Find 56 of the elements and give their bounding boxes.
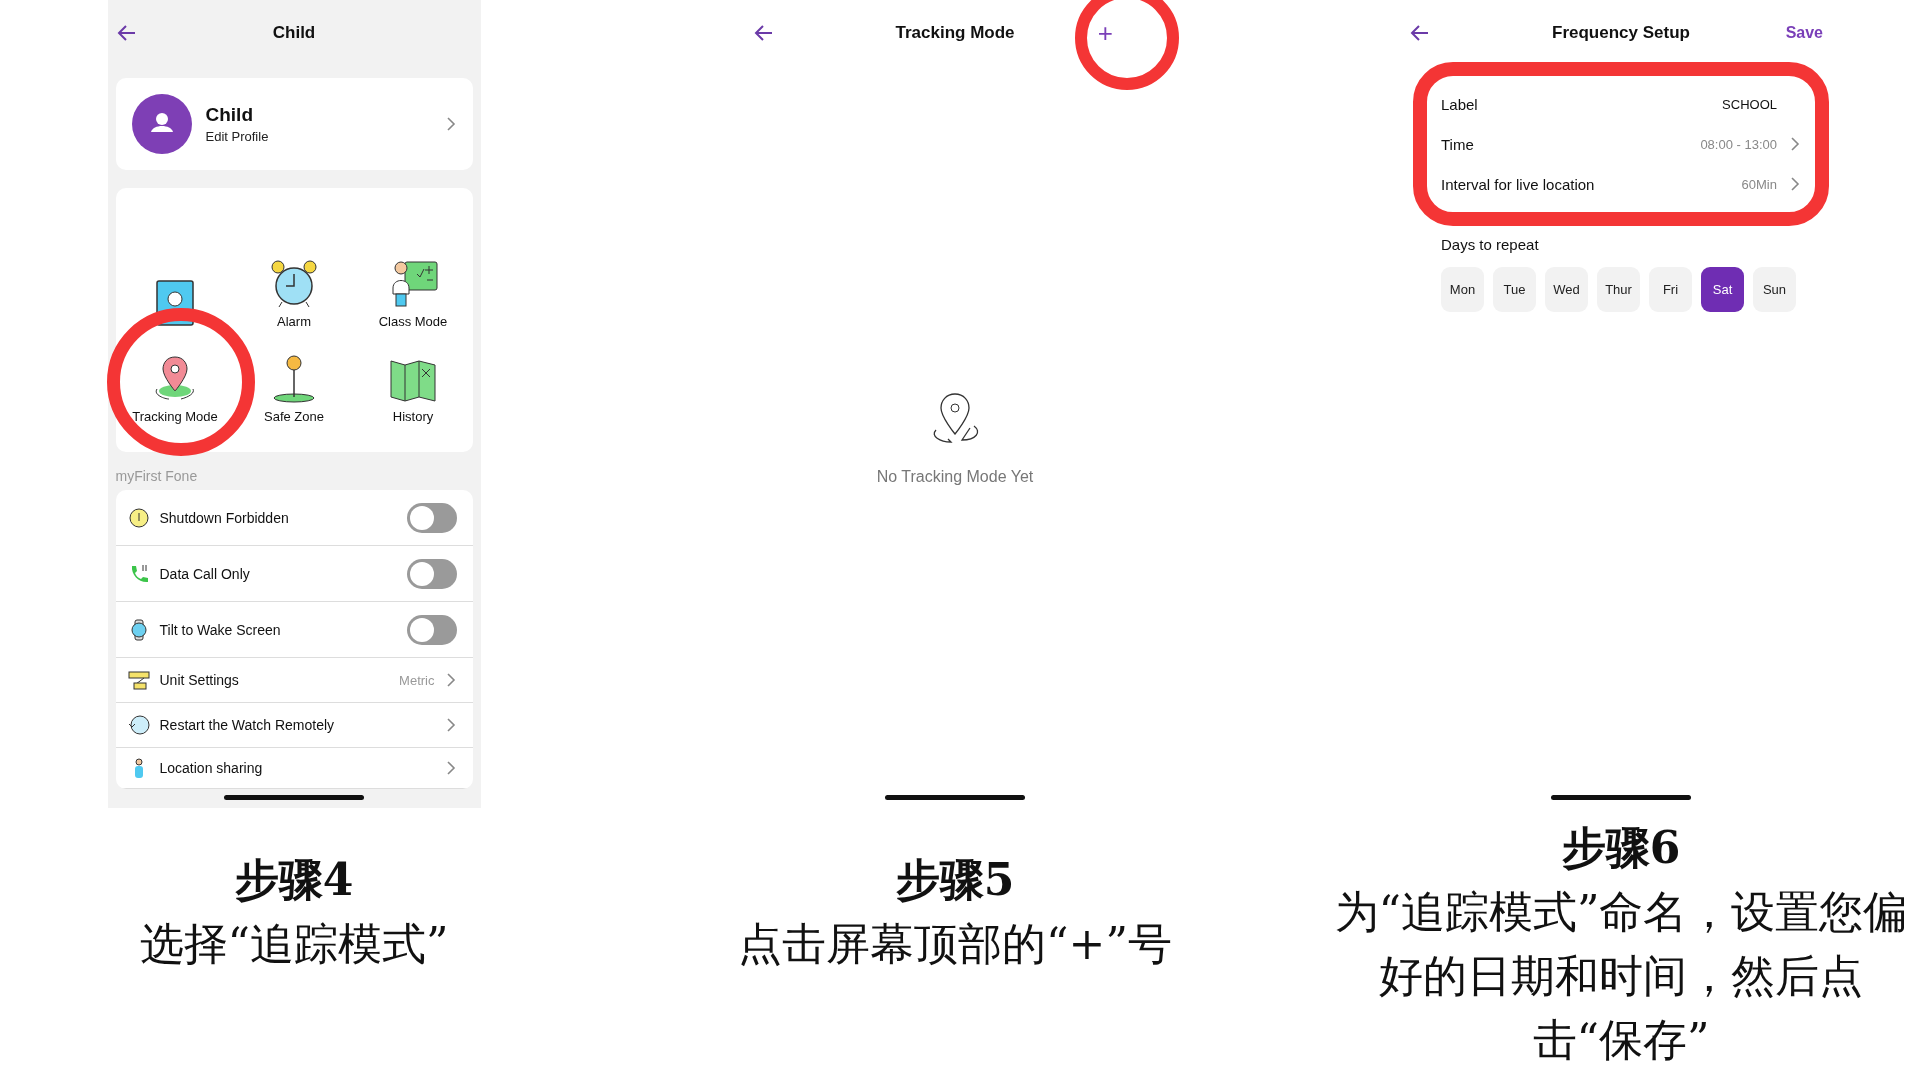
chevron-icon — [444, 673, 457, 687]
field-label: Label — [1441, 95, 1479, 113]
chevron-icon — [444, 761, 457, 775]
day-button[interactable]: Wed — [1545, 267, 1588, 312]
field-value[interactable]: 60Min — [1741, 176, 1777, 192]
field-value[interactable]: SCHOOL — [1722, 96, 1777, 112]
restart-icon — [127, 714, 150, 736]
empty-message: No Tracking Mode Yet — [876, 468, 1034, 486]
toggle-switch[interactable] — [406, 502, 457, 533]
ruler-icon — [127, 669, 150, 691]
setting-label[interactable]: Shutdown Forbidden — [159, 509, 397, 526]
profile-name: Child — [205, 104, 254, 126]
setting-label[interactable]: Unit Settings — [159, 672, 390, 688]
setting-label[interactable]: Tilt to Wake Screen — [159, 621, 397, 638]
chevron-icon — [1789, 177, 1801, 191]
feature-label[interactable]: Tracking Mode — [132, 409, 218, 424]
screen-title: Frequency Setup — [1552, 23, 1690, 43]
day-button[interactable]: Tue — [1493, 267, 1536, 312]
step-title: 步骤4 — [233, 853, 355, 907]
profile-subtitle: Edit Profile — [205, 129, 270, 144]
step-title: 步骤6 — [1560, 821, 1682, 875]
feature-label[interactable]: History — [392, 409, 434, 424]
feature-label[interactable]: Safe Zone — [264, 409, 324, 424]
toggle-switch[interactable] — [406, 614, 457, 645]
setting-value: Metric — [399, 672, 435, 688]
avatar-icon — [131, 94, 192, 154]
day-button[interactable]: Sat — [1701, 267, 1744, 312]
day-button[interactable]: Mon — [1441, 267, 1484, 312]
save-button[interactable]: Save — [1785, 24, 1823, 42]
add-button[interactable]: + — [1093, 18, 1117, 49]
section-heading: myFirst Fone — [114, 467, 199, 486]
chevron-icon — [1789, 137, 1801, 151]
setting-label[interactable]: Location sharing — [159, 760, 435, 776]
field-label: Interval for live location — [1441, 175, 1596, 193]
toggle-switch[interactable] — [406, 558, 457, 589]
day-button[interactable]: Sun — [1753, 267, 1796, 312]
day-button[interactable]: Thur — [1597, 267, 1640, 312]
day-button[interactable]: Fri — [1649, 267, 1692, 312]
profile-card[interactable]: Child Edit Profile — [115, 78, 473, 170]
step-description: 选择“追踪模式” — [138, 917, 450, 971]
feature-label[interactable]: Class Mode — [378, 314, 448, 329]
field-label: Time — [1441, 135, 1475, 153]
alert-icon — [127, 506, 150, 529]
step-description: 为“追踪模式”命名，设置您偏好的日期和时间，然后点击“保存” — [1333, 885, 1909, 1067]
chevron-icon — [444, 718, 457, 732]
step-title: 步骤5 — [894, 853, 1016, 907]
alarm-clock-icon — [268, 258, 320, 310]
feature-label[interactable]: Alarm — [277, 314, 311, 329]
setting-label[interactable]: Data Call Only — [159, 565, 397, 582]
field-value[interactable]: 08:00 - 13:00 — [1700, 136, 1777, 152]
setting-label[interactable]: Restart the Watch Remotely — [159, 717, 435, 733]
step-description: 点击屏幕顶部的“+”号 — [737, 917, 1173, 971]
chevron-icon — [444, 117, 457, 131]
days-heading: Days to repeat — [1440, 235, 1540, 255]
screen-title: Tracking Mode — [895, 23, 1015, 43]
screen-title: Child — [272, 23, 316, 43]
